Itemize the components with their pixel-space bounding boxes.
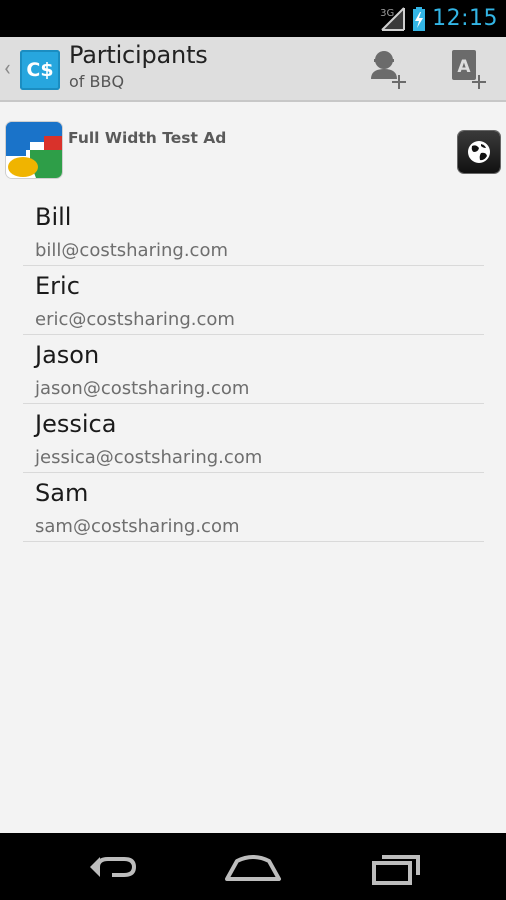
participant-name: Bill [35, 203, 72, 231]
recents-button[interactable] [364, 847, 424, 887]
list-item[interactable]: Bill bill@costsharing.com [23, 197, 484, 266]
clock: 12:15 [432, 6, 498, 31]
recent-apps-icon [372, 855, 420, 885]
list-item[interactable]: Eric eric@costsharing.com [23, 266, 484, 335]
list-item[interactable]: Sam sam@costsharing.com [23, 473, 484, 542]
globe-icon[interactable] [458, 131, 500, 173]
add-person-icon [371, 51, 406, 89]
add-from-contacts-button[interactable]: A [444, 45, 490, 91]
google-logo-icon [6, 122, 62, 178]
add-participant-button[interactable] [364, 45, 410, 91]
participant-email: jason@costsharing.com [35, 378, 250, 399]
add-contact-icon: A [452, 50, 486, 89]
participant-name: Jason [35, 341, 100, 369]
list-item[interactable]: Jessica jessica@costsharing.com [23, 404, 484, 473]
home-button[interactable] [223, 847, 283, 887]
participant-email: bill@costsharing.com [35, 240, 228, 261]
participant-name: Jessica [35, 410, 117, 438]
home-icon [225, 855, 281, 881]
navigation-bar [0, 833, 506, 900]
status-icons: 3G 12:15 [378, 0, 498, 37]
svg-text:A: A [457, 57, 471, 77]
participant-email: sam@costsharing.com [35, 516, 240, 537]
ad-text: Full Width Test Ad [68, 129, 227, 147]
ad-banner[interactable]: Full Width Test Ad [0, 112, 506, 184]
page-subtitle: of BBQ [69, 72, 125, 91]
back-icon [90, 857, 137, 877]
participant-email: eric@costsharing.com [35, 309, 235, 330]
participants-list: Bill bill@costsharing.com Eric eric@cost… [23, 197, 484, 542]
list-item[interactable]: Jason jason@costsharing.com [23, 335, 484, 404]
network-type-label: 3G [380, 7, 395, 19]
up-navigation-icon[interactable]: ‹ [4, 55, 11, 83]
action-bar: ‹ C$ Participants of BBQ A [0, 37, 506, 102]
back-button[interactable] [82, 847, 142, 887]
participant-name: Sam [35, 479, 89, 507]
participant-email: jessica@costsharing.com [35, 447, 263, 468]
app-icon[interactable]: C$ [20, 50, 60, 90]
battery-charging-icon [412, 6, 426, 32]
participant-name: Eric [35, 272, 80, 300]
page-title: Participants [69, 41, 208, 69]
status-bar: 3G 12:15 [0, 0, 506, 37]
signal-icon: 3G [378, 6, 406, 32]
